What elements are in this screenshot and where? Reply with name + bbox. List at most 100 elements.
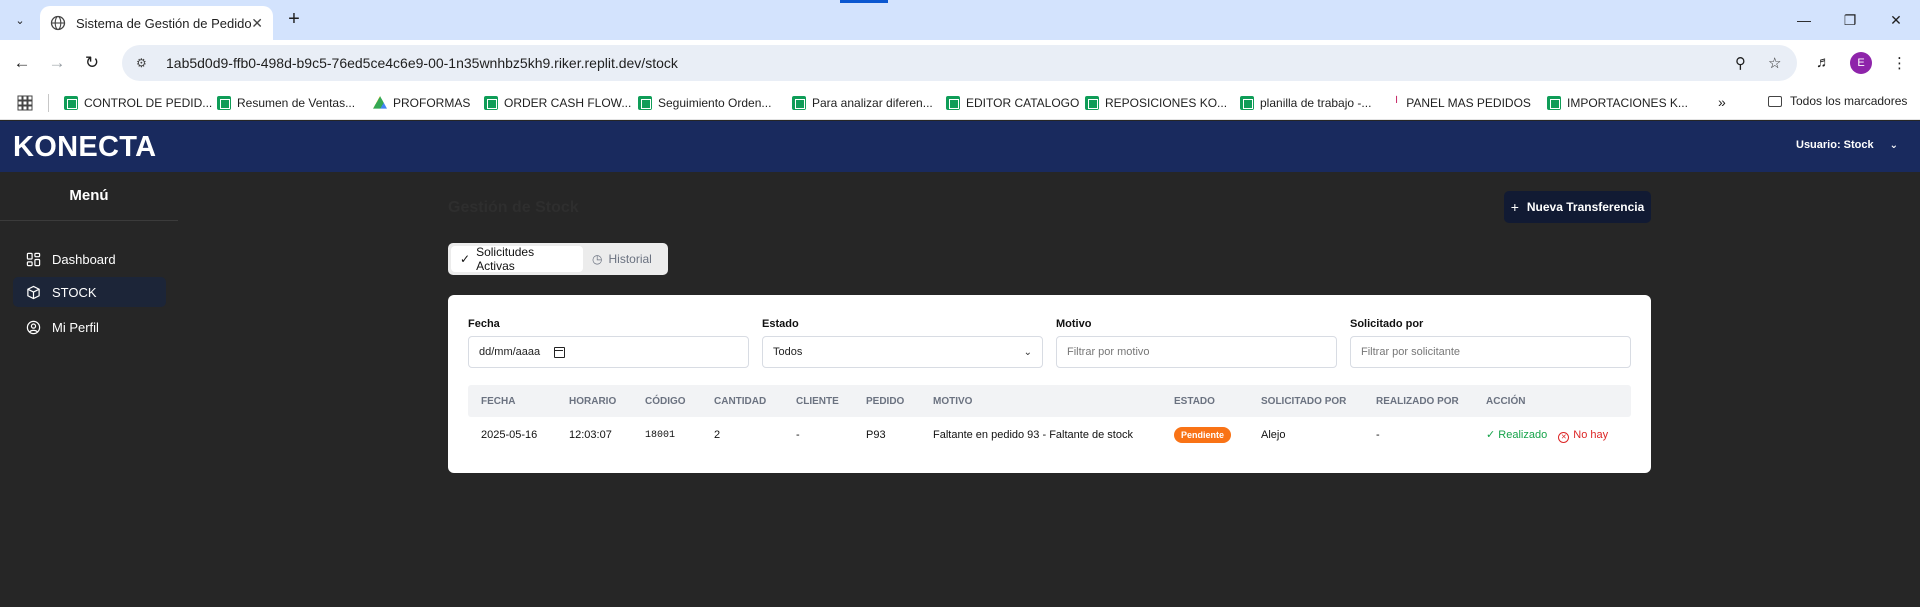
cell-realizado-por: - bbox=[1376, 429, 1380, 441]
bookmark-item[interactable]: ╵ PANEL MAS PEDIDOS bbox=[1393, 94, 1531, 112]
bookmark-item[interactable]: Para analizar diferen... bbox=[792, 94, 933, 112]
bookmark-item[interactable]: CONTROL DE PEDID... bbox=[64, 94, 212, 112]
bookmark-item[interactable]: Resumen de Ventas... bbox=[217, 94, 355, 112]
cell-horario: 12:03:07 bbox=[569, 429, 612, 441]
bookmarks-divider bbox=[48, 94, 49, 112]
bookmark-item[interactable]: ORDER CASH FLOW... bbox=[484, 94, 631, 112]
solicitante-placeholder: Filtrar por solicitante bbox=[1361, 346, 1461, 358]
bookmark-item[interactable]: PROFORMAS bbox=[373, 94, 470, 112]
new-transfer-button[interactable]: + Nueva Transferencia bbox=[1504, 191, 1651, 223]
bookmark-label: REPOSICIONES KO... bbox=[1105, 96, 1228, 110]
browser-tab[interactable]: Sistema de Gestión de Pedidos ✕ bbox=[40, 6, 273, 40]
sidebar-item-mi-perfil[interactable]: Mi Perfil bbox=[13, 312, 166, 342]
sheets-icon bbox=[484, 96, 498, 110]
user-menu[interactable]: Usuario: Stock ⌄ bbox=[1796, 139, 1898, 151]
forward-icon[interactable]: → bbox=[43, 49, 71, 77]
all-bookmarks-folder[interactable]: Todos los marcadores bbox=[1768, 94, 1907, 108]
cell-estado: Pendiente bbox=[1161, 427, 1248, 443]
box-icon bbox=[27, 285, 40, 299]
minimize-icon[interactable]: — bbox=[1781, 0, 1827, 40]
view-tabs: ✓ Solicitudes Activas ◷ Historial bbox=[448, 243, 668, 275]
user-circle-icon bbox=[26, 320, 41, 334]
filter-solicitado-por: Solicitado por Filtrar por solicitante bbox=[1350, 318, 1631, 368]
bookmark-item[interactable]: Seguimiento Orden... bbox=[638, 94, 771, 112]
bookmark-item[interactable]: planilla de trabajo -... bbox=[1240, 94, 1371, 112]
column-header: PEDIDO bbox=[866, 395, 905, 407]
no-hay-button[interactable]: ✕ No hay bbox=[1558, 429, 1608, 443]
sheets-icon bbox=[64, 96, 78, 110]
check-icon: ✓ bbox=[460, 252, 471, 266]
cell-fecha: 2025-05-16 bbox=[481, 429, 538, 441]
estado-select-value: Todos bbox=[773, 346, 803, 358]
bookmark-item[interactable]: IMPORTACIONES K... bbox=[1547, 94, 1688, 112]
calendar-icon[interactable] bbox=[554, 346, 566, 358]
window-close-icon[interactable]: ✕ bbox=[1873, 0, 1919, 40]
tab-search-icon[interactable]: ⌄ bbox=[8, 8, 32, 32]
reload-icon[interactable]: ↻ bbox=[78, 49, 106, 77]
sidebar: Menú Dashboard STOCK Mi Perfil bbox=[0, 172, 178, 607]
requests-table: FECHA HORARIO CÓDIGO CANTIDAD CLIENTE PE… bbox=[468, 385, 1631, 453]
sidebar-item-dashboard[interactable]: Dashboard bbox=[13, 244, 166, 274]
filter-label: Fecha bbox=[468, 318, 500, 330]
more-bookmarks-icon[interactable]: » bbox=[1718, 94, 1726, 110]
bookmark-item[interactable]: REPOSICIONES KO... bbox=[1085, 94, 1227, 112]
bookmark-label: Para analizar diferen... bbox=[812, 96, 933, 110]
tab-close-icon[interactable]: ✕ bbox=[251, 15, 263, 32]
bookmark-star-icon[interactable]: ☆ bbox=[1768, 54, 1781, 72]
bookmark-label: EDITOR CATALOGO bbox=[966, 96, 1080, 110]
browser-tab-strip: ⌄ Sistema de Gestión de Pedidos ✕ + — ❐ … bbox=[0, 0, 1920, 40]
realizado-button[interactable]: ✓ Realizado bbox=[1486, 429, 1547, 441]
sidebar-item-label: Dashboard bbox=[52, 251, 116, 267]
tab-title: Sistema de Gestión de Pedidos bbox=[76, 15, 252, 31]
address-bar[interactable]: ⚙ 1ab5d0d9-ffb0-498d-b9c5-76ed5ce4c6e9-0… bbox=[122, 45, 1797, 81]
restore-icon[interactable]: ❐ bbox=[1827, 0, 1873, 40]
column-header: MOTIVO bbox=[933, 395, 973, 407]
browser-menu-icon[interactable]: ⋮ bbox=[1892, 54, 1907, 72]
globe-icon bbox=[50, 15, 66, 31]
folder-icon bbox=[1768, 95, 1782, 107]
history-icon: ◷ bbox=[592, 252, 603, 266]
cell-motivo: Faltante en pedido 93 - Faltante de stoc… bbox=[933, 429, 1133, 441]
new-tab-icon[interactable]: + bbox=[282, 8, 306, 32]
browser-toolbar: ← → ↻ ⚙ 1ab5d0d9-ffb0-498d-b9c5-76ed5ce4… bbox=[0, 40, 1920, 86]
zoom-icon[interactable]: ⚲ bbox=[1735, 54, 1746, 72]
column-header: CANTIDAD bbox=[714, 395, 767, 407]
new-transfer-label: Nueva Transferencia bbox=[1526, 200, 1645, 214]
sidebar-item-label: STOCK bbox=[52, 284, 97, 300]
site-settings-icon[interactable]: ⚙ bbox=[136, 56, 156, 70]
column-header: CÓDIGO bbox=[645, 395, 686, 407]
cell-codigo: 18001 bbox=[645, 429, 676, 441]
date-input[interactable]: dd/mm/aaaa bbox=[468, 336, 749, 368]
filter-motivo: Motivo Filtrar por motivo bbox=[1056, 318, 1337, 368]
bookmarks-bar: CONTROL DE PEDID... Resumen de Ventas...… bbox=[0, 86, 1920, 120]
bookmark-label: IMPORTACIONES K... bbox=[1567, 96, 1688, 110]
solicitante-input[interactable]: Filtrar por solicitante bbox=[1350, 336, 1631, 368]
bookmark-label: ORDER CASH FLOW... bbox=[504, 96, 632, 110]
filter-label: Estado bbox=[762, 318, 799, 330]
user-label: Usuario: Stock bbox=[1796, 139, 1874, 151]
check-icon: ✓ bbox=[1486, 428, 1499, 441]
bookmark-item[interactable]: EDITOR CATALOGO bbox=[946, 94, 1079, 112]
sheets-icon bbox=[792, 96, 806, 110]
column-header: FECHA bbox=[481, 395, 516, 407]
dashboard-icon bbox=[26, 252, 41, 266]
sidebar-item-stock[interactable]: STOCK bbox=[13, 277, 166, 307]
sidebar-divider bbox=[0, 220, 178, 221]
sheets-icon bbox=[217, 96, 231, 110]
profile-avatar[interactable]: E bbox=[1850, 52, 1872, 74]
filter-estado: Estado Todos ⌄ bbox=[762, 318, 1043, 368]
tab-historial[interactable]: ◷ Historial bbox=[583, 246, 661, 272]
tab-label: Historial bbox=[608, 252, 652, 266]
bookmark-label: PROFORMAS bbox=[393, 96, 471, 110]
app-header: KONECTA Usuario: Stock ⌄ bbox=[0, 121, 1920, 172]
apps-grid-icon[interactable] bbox=[17, 95, 33, 111]
motivo-input[interactable]: Filtrar por motivo bbox=[1056, 336, 1337, 368]
app-logo: KONECTA bbox=[13, 131, 157, 163]
filter-label: Motivo bbox=[1056, 318, 1092, 330]
back-icon[interactable]: ← bbox=[8, 49, 36, 77]
estado-select[interactable]: Todos ⌄ bbox=[762, 336, 1043, 368]
media-icon[interactable]: ♬ bbox=[1816, 54, 1831, 71]
tab-solicitudes-activas[interactable]: ✓ Solicitudes Activas bbox=[451, 245, 583, 273]
column-header: CLIENTE bbox=[796, 395, 839, 407]
status-badge: Pendiente bbox=[1174, 427, 1232, 443]
